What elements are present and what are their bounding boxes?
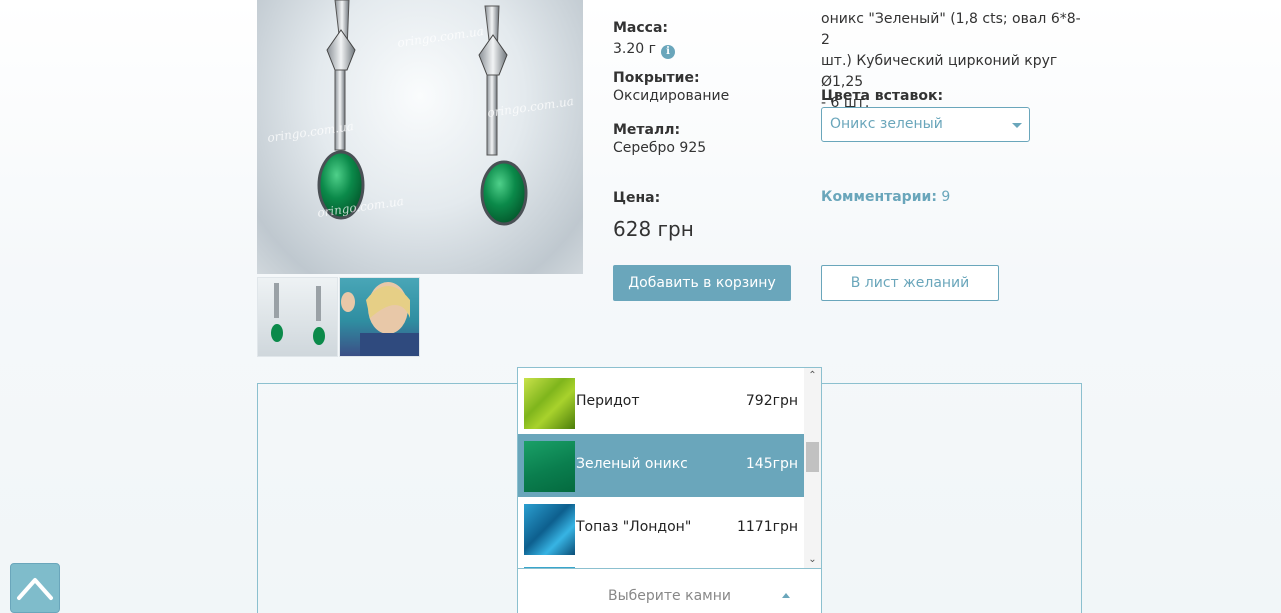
stone-price: 145грн	[745, 456, 798, 472]
mass-value-text: 3.20 г	[613, 41, 656, 57]
stone-option-green-onyx[interactable]: Зеленый оникс 145грн	[518, 434, 804, 497]
chevron-up-icon	[17, 578, 53, 600]
mass-label: Масса:	[613, 20, 669, 36]
comments-link[interactable]: Комментарии: 9	[821, 189, 950, 205]
price-label: Цена:	[613, 190, 661, 206]
stone-name: Перидот	[576, 393, 640, 409]
stone-name: Зеленый оникс	[576, 456, 688, 472]
inserts-description-line: шт.) Кубический цирконий круг Ø1,25	[821, 53, 1058, 90]
stone-options: Перидот 792грн Зеленый оникс 145грн Топа…	[518, 368, 804, 568]
coating-value: Оксидирование	[613, 88, 730, 104]
green-onyx-swatch	[524, 441, 575, 492]
dropdown-scrollbar[interactable]: ⌃ ⌄	[804, 368, 821, 568]
stone-dropdown-list[interactable]: Перидот 792грн Зеленый оникс 145грн Топа…	[517, 367, 822, 569]
stone-option-london-topaz[interactable]: Топаз "Лондон" 1171грн	[518, 497, 804, 560]
scroll-up-icon[interactable]: ⌃	[804, 368, 821, 384]
stone-price: 1171грн	[736, 519, 798, 535]
scroll-to-top-button[interactable]	[10, 563, 60, 613]
mass-value: 3.20 г i	[613, 41, 675, 59]
wishlist-button[interactable]: В лист желаний	[821, 265, 999, 301]
chevron-down-icon	[1012, 123, 1022, 128]
inserts-description-line: оникс "Зеленый" (1,8 cts; овал 6*8- 2	[821, 11, 1081, 48]
scroll-down-icon[interactable]: ⌄	[804, 552, 821, 568]
earrings-thumbnail-image	[271, 283, 325, 345]
peridot-swatch	[524, 378, 575, 429]
insert-color-selected: Оникс зеленый	[830, 116, 943, 132]
metal-value: Серебро 925	[613, 140, 707, 156]
stone-select-field[interactable]: Выберите камни	[517, 568, 822, 613]
add-to-cart-button[interactable]: Добавить в корзину	[613, 265, 791, 301]
chevron-up-icon	[782, 593, 790, 598]
insert-color-select[interactable]: Оникс зеленый	[821, 107, 1030, 142]
price-value: 628 грн	[613, 217, 694, 241]
thumbnail-model[interactable]	[339, 277, 420, 357]
stone-price: 792грн	[745, 393, 798, 409]
model-thumbnail-image	[341, 282, 419, 356]
stone-name: Топаз "Лондон"	[576, 519, 692, 535]
insert-colors-label: Цвета вставок:	[821, 88, 944, 104]
stone-option-partial[interactable]	[518, 560, 804, 568]
comments-count: 9	[941, 189, 951, 205]
info-icon[interactable]: i	[660, 45, 675, 59]
comments-label: Комментарии:	[821, 189, 937, 205]
stone-option-peridot[interactable]: Перидот 792грн	[518, 371, 804, 434]
scrollbar-thumb[interactable]	[806, 442, 819, 472]
metal-label: Металл:	[613, 122, 681, 138]
product-main-image[interactable]: oringo.com.ua oringo.com.ua oringo.com.u…	[257, 0, 583, 274]
coating-label: Покрытие:	[613, 70, 700, 86]
thumbnail-earrings[interactable]	[257, 277, 338, 357]
london-topaz-swatch	[524, 504, 575, 555]
stone-select-placeholder: Выберите камни	[608, 588, 731, 604]
